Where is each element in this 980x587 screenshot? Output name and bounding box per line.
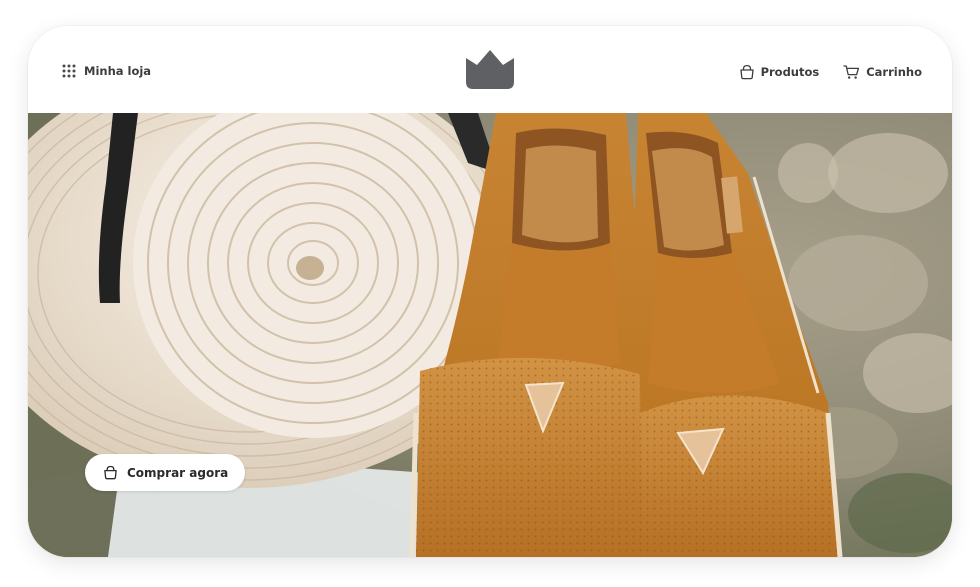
crown-icon[interactable] xyxy=(464,48,516,90)
shop-now-label: Comprar agora xyxy=(127,465,229,480)
grid-dots-icon xyxy=(62,64,76,78)
store-menu-label: Minha loja xyxy=(84,64,152,78)
shopping-bag-icon xyxy=(104,465,117,480)
nav-cart-label: Carrinho xyxy=(866,65,922,79)
nav-products-link[interactable]: Produtos xyxy=(739,64,820,80)
app-window: Minha loja Produtos Carrinho Comprar ago… xyxy=(28,26,952,557)
shopping-bag-icon xyxy=(739,64,754,80)
nav-products-label: Produtos xyxy=(760,65,820,79)
top-navigation-bar: Minha loja Produtos Carrinho xyxy=(28,26,952,113)
nav-cart-link[interactable]: Carrinho xyxy=(843,64,922,80)
header-nav: Produtos Carrinho xyxy=(739,64,922,80)
store-menu-button[interactable]: Minha loja xyxy=(62,64,151,78)
shop-now-button[interactable]: Comprar agora xyxy=(85,454,245,491)
shopping-cart-icon xyxy=(843,65,860,79)
